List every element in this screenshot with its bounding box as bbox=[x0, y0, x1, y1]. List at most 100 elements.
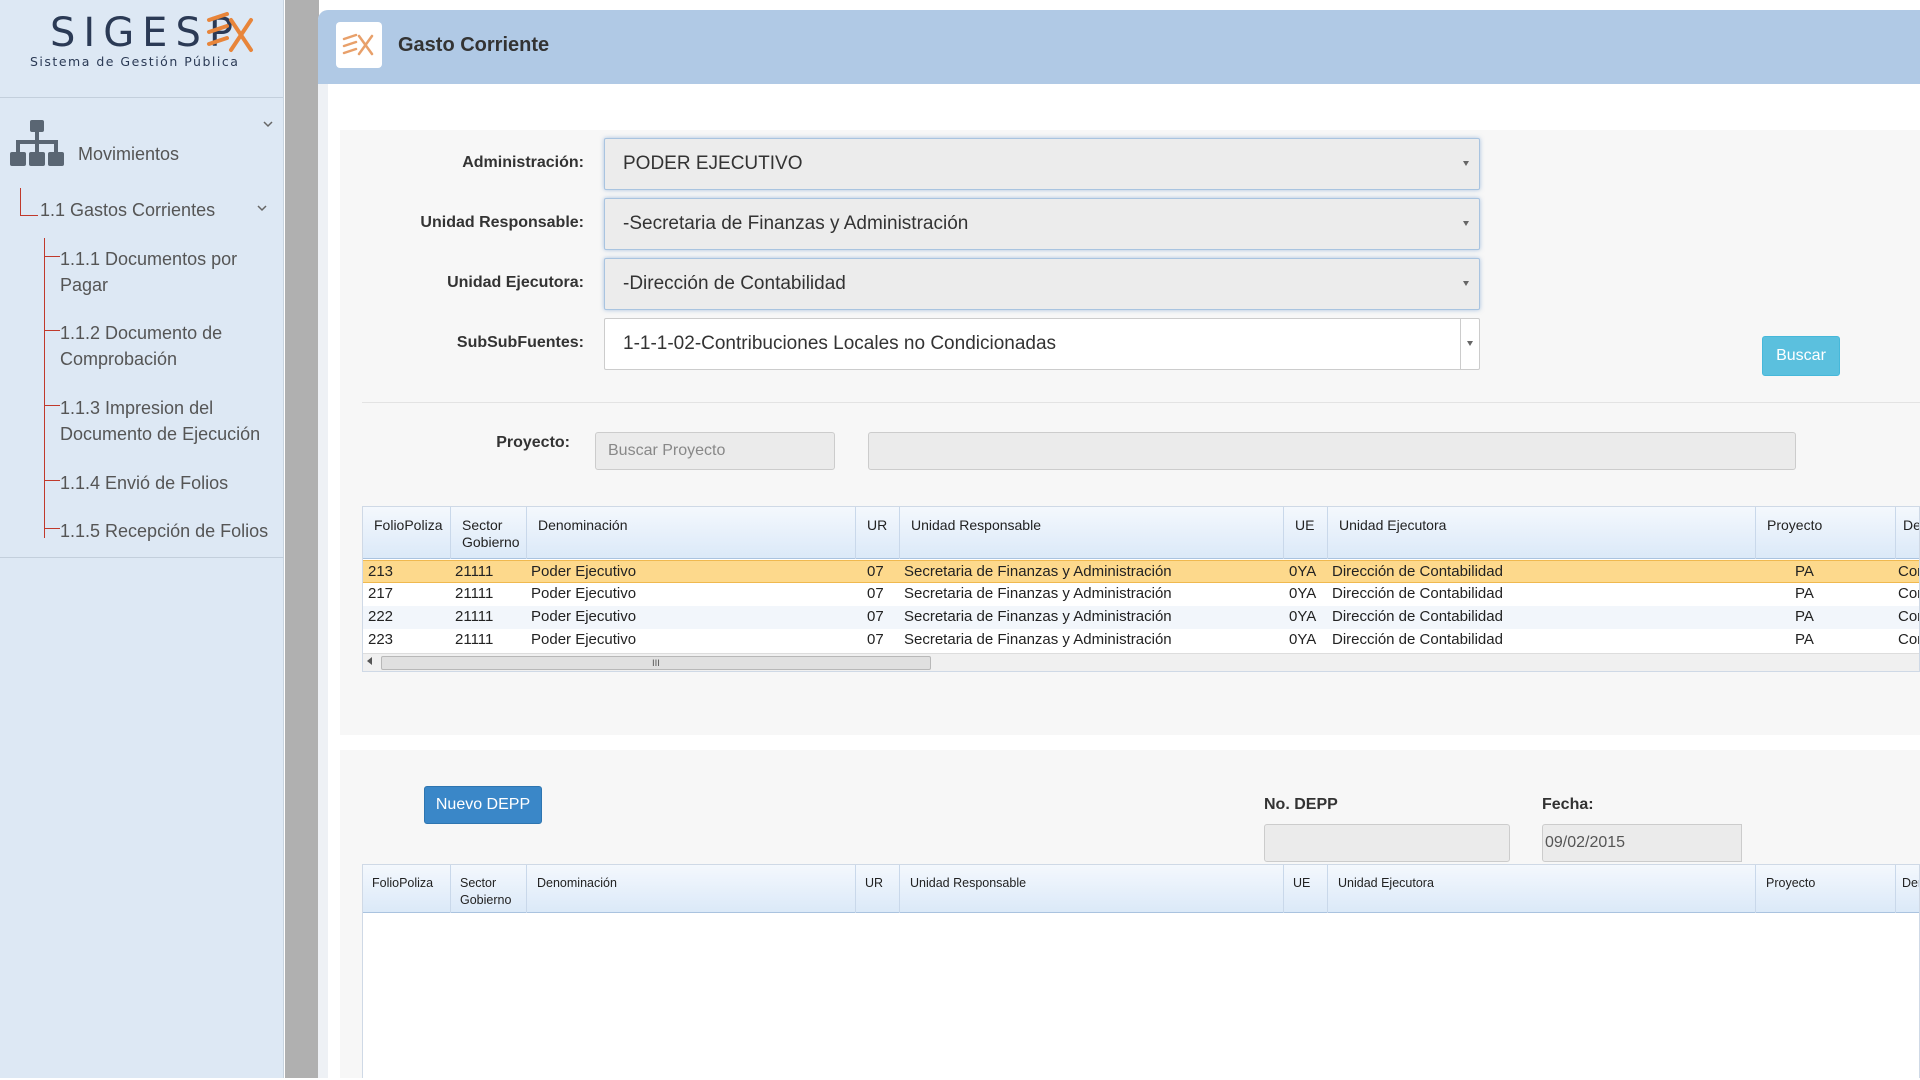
sidebar-item-envio-folios[interactable]: 1.1.4 Envió de Folios bbox=[60, 470, 270, 496]
table-row[interactable]: 213 21111 Poder Ejecutivo 07 Secretaria … bbox=[363, 560, 1919, 583]
cell-ur: 07 bbox=[867, 585, 884, 602]
subsubfuentes-select[interactable]: 1-1-1-02-Contribuciones Locales no Condi… bbox=[604, 318, 1480, 370]
buscar-button[interactable]: Buscar bbox=[1762, 336, 1840, 376]
dropdown-arrow-icon bbox=[1463, 281, 1469, 286]
cell-ue: 0YA bbox=[1289, 585, 1317, 602]
subsubfuentes-label: SubSubFuentes: bbox=[456, 334, 584, 351]
sidebar-item-recepcion-folios[interactable]: 1.1.5 Recepción de Folios bbox=[60, 518, 270, 544]
col-ue[interactable]: UE bbox=[1295, 517, 1314, 534]
tree-line bbox=[44, 238, 45, 538]
sidebar-group-movimientos[interactable]: Movimientos bbox=[78, 144, 179, 165]
cell-unidad-ejecutora: Dirección de Contabilidad bbox=[1332, 631, 1503, 648]
cell-folio: 213 bbox=[368, 563, 394, 580]
cell-folio: 222 bbox=[368, 608, 394, 625]
tree-line bbox=[44, 528, 60, 529]
depp-grid: FolioPoliza Sector Gobierno Denominación… bbox=[362, 864, 1920, 1078]
cell-folio: 217 bbox=[368, 585, 394, 602]
col-denominacion-2[interactable]: Deno bbox=[1903, 517, 1919, 534]
dropdown-arrow-icon bbox=[1467, 341, 1473, 346]
sidebar-section-gastos-corrientes[interactable]: 1.1 Gastos Corrientes bbox=[40, 200, 215, 221]
cell-unidad-responsable: Secretaria de Finanzas y Administración bbox=[904, 563, 1172, 580]
sidebar-item-documento-comprobacion[interactable]: 1.1.2 Documento de Comprobación bbox=[60, 320, 270, 372]
horizontal-scrollbar[interactable]: III bbox=[363, 653, 1919, 671]
tree-line bbox=[44, 256, 60, 257]
proyecto-search-input[interactable]: Buscar Proyecto bbox=[595, 432, 835, 470]
page-title: Gasto Corriente bbox=[398, 34, 550, 56]
cell-extra: Conta bbox=[1898, 563, 1919, 580]
col-denominacion[interactable]: Denominación bbox=[538, 517, 628, 534]
cell-denominacion: Poder Ejecutivo bbox=[531, 563, 637, 580]
unidad-ejecutora-select[interactable]: -Dirección de Contabilidad bbox=[604, 258, 1480, 310]
unidad-ejecutora-value: -Dirección de Contabilidad bbox=[623, 273, 846, 294]
col-proyecto[interactable]: Proyecto bbox=[1767, 517, 1822, 534]
cell-unidad-responsable: Secretaria de Finanzas y Administración bbox=[904, 585, 1172, 602]
proyecto-description-field bbox=[868, 432, 1796, 470]
cell-ur: 07 bbox=[867, 563, 884, 580]
content-area: Administración: PODER EJECUTIVO Unidad R… bbox=[328, 84, 1920, 1078]
col-denominacion[interactable]: Denominación bbox=[537, 875, 617, 892]
col-unidad-responsable[interactable]: Unidad Responsable bbox=[910, 875, 1026, 892]
subsubfuentes-value: 1-1-1-02-Contribuciones Locales no Condi… bbox=[623, 333, 1057, 354]
table-row[interactable]: 223 21111 Poder Ejecutivo 07 Secretaria … bbox=[363, 629, 1919, 652]
cell-sector: 21111 bbox=[455, 563, 494, 580]
table-row[interactable]: 217 21111 Poder Ejecutivo 07 Secretaria … bbox=[363, 583, 1919, 606]
col-ue[interactable]: UE bbox=[1293, 875, 1310, 892]
col-unidad-ejecutora[interactable]: Unidad Ejecutora bbox=[1339, 517, 1446, 534]
col-ur[interactable]: UR bbox=[867, 517, 887, 534]
cell-sector: 21111 bbox=[455, 631, 494, 648]
nav-movimientos: Movimientos 1.1 Gastos Corrientes 1.1.1 … bbox=[0, 108, 284, 558]
cell-sector: 21111 bbox=[455, 608, 494, 625]
col-denominacion-2[interactable]: Denom bbox=[1902, 875, 1919, 892]
cell-denominacion: Poder Ejecutivo bbox=[531, 608, 637, 625]
cell-proyecto: PA bbox=[1795, 563, 1814, 580]
administracion-value: PODER EJECUTIVO bbox=[623, 153, 803, 174]
dropdown-arrow-icon bbox=[1463, 161, 1469, 166]
chevron-down-icon[interactable] bbox=[256, 202, 268, 214]
unidad-responsable-value: -Secretaria de Finanzas y Administración bbox=[623, 213, 969, 234]
nuevo-depp-button[interactable]: Nuevo DEPP bbox=[424, 786, 542, 824]
scrollbar-thumb[interactable]: III bbox=[381, 656, 931, 670]
cell-unidad-ejecutora: Dirección de Contabilidad bbox=[1332, 608, 1503, 625]
no-depp-input[interactable] bbox=[1264, 824, 1510, 862]
cell-ur: 07 bbox=[867, 631, 884, 648]
cell-denominacion: Poder Ejecutivo bbox=[531, 585, 637, 602]
scroll-grip: III bbox=[652, 659, 660, 669]
unidad-responsable-select[interactable]: -Secretaria de Finanzas y Administración bbox=[604, 198, 1480, 250]
fecha-input[interactable]: 09/02/2015 bbox=[1542, 824, 1742, 862]
cell-sector: 21111 bbox=[455, 585, 494, 602]
main-panel: Gasto Corriente Administración: PODER EJ… bbox=[318, 10, 1920, 1078]
cell-extra: Conta bbox=[1898, 585, 1919, 602]
no-depp-label: No. DEPP bbox=[1264, 796, 1338, 813]
logo-ex-icon bbox=[207, 12, 253, 52]
tree-line bbox=[44, 480, 60, 481]
cell-unidad-responsable: Secretaria de Finanzas y Administración bbox=[904, 631, 1172, 648]
tree-line bbox=[44, 405, 60, 406]
sidebar-item-impresion-documento[interactable]: 1.1.3 Impresion del Documento de Ejecuci… bbox=[60, 395, 270, 447]
unidad-responsable-label: Unidad Responsable: bbox=[420, 214, 584, 231]
table-row[interactable]: 222 21111 Poder Ejecutivo 07 Secretaria … bbox=[363, 606, 1919, 629]
col-sector-gobierno[interactable]: Sector Gobierno bbox=[460, 875, 515, 909]
administracion-label: Administración: bbox=[462, 154, 584, 171]
administracion-select[interactable]: PODER EJECUTIVO bbox=[604, 138, 1480, 190]
sitemap-icon bbox=[10, 120, 64, 166]
gutter bbox=[285, 0, 319, 1078]
col-foliopoliza[interactable]: FolioPoliza bbox=[374, 517, 442, 534]
col-sector-gobierno[interactable]: Sector Gobierno bbox=[462, 517, 522, 551]
cell-ur: 07 bbox=[867, 608, 884, 625]
fecha-label: Fecha: bbox=[1542, 796, 1594, 813]
col-proyecto[interactable]: Proyecto bbox=[1766, 875, 1815, 892]
col-unidad-ejecutora[interactable]: Unidad Ejecutora bbox=[1338, 875, 1434, 892]
sidebar-item-documentos-por-pagar[interactable]: 1.1.1 Documentos por Pagar bbox=[60, 246, 270, 298]
chevron-down-icon[interactable] bbox=[262, 118, 274, 130]
proyecto-label: Proyecto: bbox=[496, 434, 570, 451]
page-header: Gasto Corriente bbox=[318, 10, 1920, 84]
scroll-left-icon[interactable] bbox=[367, 657, 372, 665]
cell-ue: 0YA bbox=[1289, 631, 1317, 648]
col-foliopoliza[interactable]: FolioPoliza bbox=[372, 875, 433, 892]
depp-panel: Nuevo DEPP No. DEPP Fecha: 09/02/2015 Fo… bbox=[340, 750, 1920, 1078]
col-unidad-responsable[interactable]: Unidad Responsable bbox=[911, 517, 1041, 534]
col-ur[interactable]: UR bbox=[865, 875, 883, 892]
cell-denominacion: Poder Ejecutivo bbox=[531, 631, 637, 648]
sidebar: SIGESP Sistema de Gestión Pública Movimi… bbox=[0, 0, 284, 1078]
unidad-ejecutora-label: Unidad Ejecutora: bbox=[447, 274, 584, 291]
